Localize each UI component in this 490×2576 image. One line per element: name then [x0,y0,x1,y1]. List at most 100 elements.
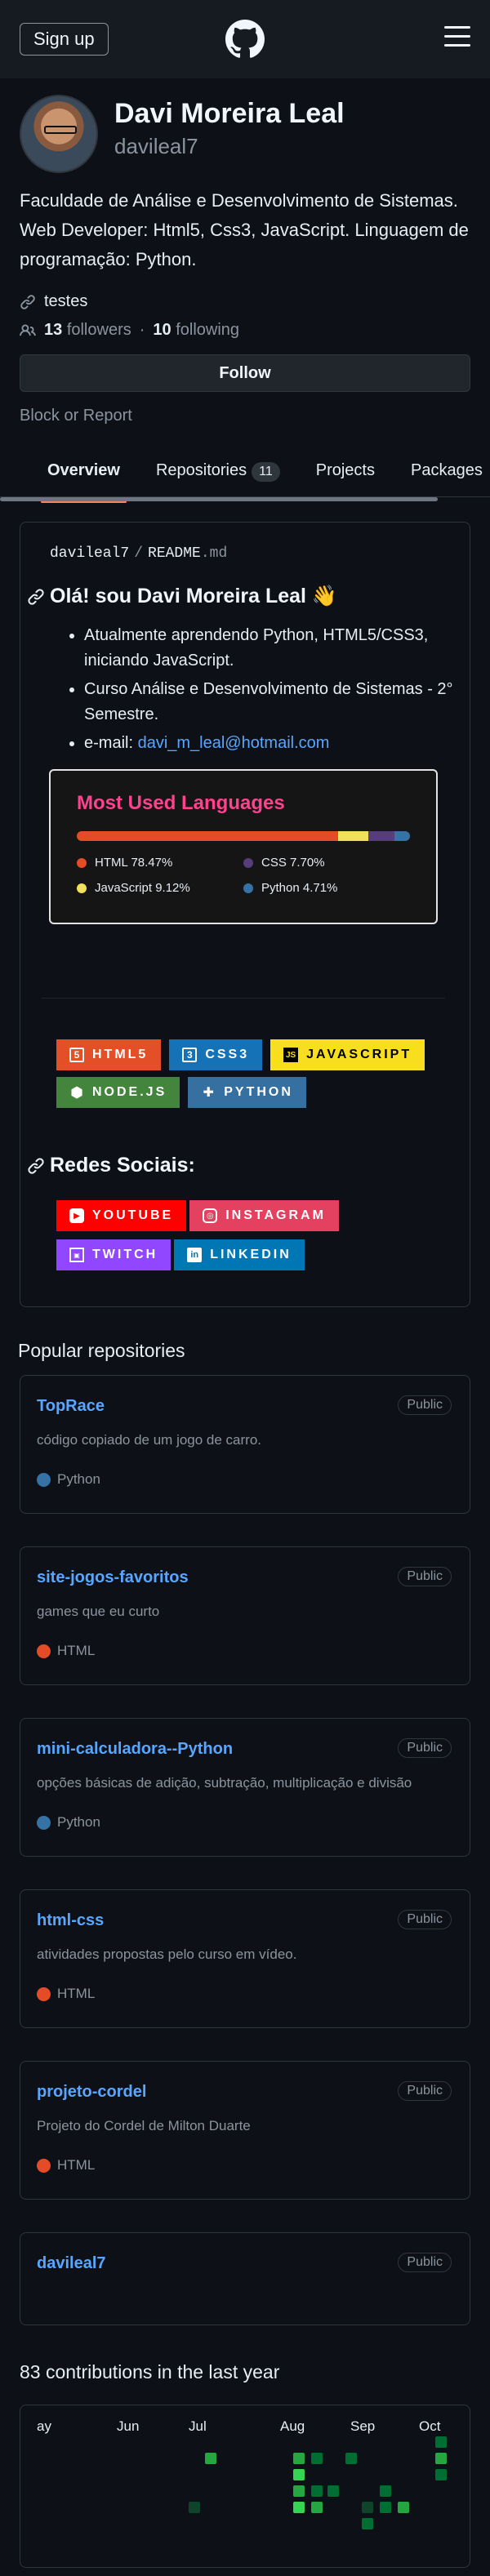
contribution-cell[interactable] [362,2502,373,2513]
language-dot [77,857,87,868]
language-bar-segment [77,831,339,841]
month-label: ay [37,2418,51,2434]
language-color-dot [37,1472,51,1487]
block-or-report-link[interactable]: Block or Report [0,407,490,425]
contribution-cell[interactable] [435,2469,447,2480]
nodejs-icon: ⬢ [70,1083,83,1101]
contribution-cell[interactable] [189,2502,200,2513]
public-badge: Public [398,1567,452,1586]
tabs-scrollbar[interactable] [0,497,438,501]
public-badge: Public [398,1738,452,1758]
repo-name-link[interactable]: html-css [37,1911,453,1930]
contribution-cell[interactable] [435,2453,447,2464]
list-item: Atualmente aprendendo Python, HTML5/CSS3… [84,623,460,674]
contribution-cell[interactable] [293,2485,305,2497]
profile-website-link[interactable]: testes [44,292,87,311]
follow-button[interactable]: Follow [20,354,470,392]
site-header: Sign up [0,0,490,78]
repo-list: TopRace Public código copiado de um jogo d… [0,1375,490,2325]
readme-bullets: Atualmente aprendendo Python, HTML5/CSS3… [84,623,460,756]
avatar[interactable] [20,95,98,173]
repo-name-link[interactable]: projeto-cordel [37,2083,453,2102]
contribution-cell[interactable] [398,2502,409,2513]
followers-label: followers [66,321,131,339]
contribution-cell[interactable] [311,2485,323,2497]
repo-name-link[interactable]: site-jogos-favoritos [37,1568,453,1587]
anchor-link-icon[interactable] [27,588,45,606]
contribution-cell[interactable] [362,2518,373,2529]
contribution-cell[interactable] [345,2453,357,2464]
anchor-link-icon[interactable] [27,1157,45,1175]
tab-label: Overview [47,461,120,479]
nodejs-badge[interactable]: ⬢ NODE.JS [56,1077,180,1108]
following-count: 10 [153,321,172,339]
contribution-cell[interactable] [311,2453,323,2464]
html5-badge[interactable]: 5 HTML5 [56,1039,162,1070]
contribution-cell[interactable] [293,2453,305,2464]
language-item-html: HTML 78.47% [77,856,243,870]
following-label: following [176,321,240,339]
twitch-badge[interactable]: ▣ TWITCH [56,1239,172,1270]
month-label: Jun [117,2418,140,2434]
social-badges: ▶ YOUTUBE ◎ INSTAGRAM ▣ TWITCH in LINKEDIN [27,1177,452,1306]
repo-name-link[interactable]: mini-calculadora--Python [37,1740,453,1759]
profile-link-row: testes [0,292,490,311]
profile-tabs: Overview Repositories 11 Projects Package… [0,450,490,503]
profile-readme: davileal7 /README.md Olá! sou Davi Moreir… [20,522,470,1307]
path-separator: / [134,545,144,562]
python-icon: ✚ [203,1086,214,1100]
badge-label: INSTAGRAM [225,1208,326,1222]
linkedin-badge[interactable]: in LINKEDIN [174,1239,305,1270]
languages-title: Most Used Languages [77,792,285,814]
youtube-icon: ▶ [69,1208,84,1223]
contribution-cell[interactable] [327,2485,339,2497]
following-link[interactable]: 10 following [153,321,239,340]
contribution-cell[interactable] [435,2436,447,2448]
sign-up-button[interactable]: Sign up [20,23,109,56]
email-link[interactable]: davi_m_leal@hotmail.com [138,734,330,752]
followers-link[interactable]: 13 followers [44,321,131,340]
repo-card: TopRace Public código copiado de um jogo d… [20,1375,470,1514]
public-badge: Public [398,1395,452,1415]
tab-projects[interactable]: Projects [298,450,393,496]
repo-name-link[interactable]: davileal7 [37,2254,453,2273]
language-color-dot [37,1644,51,1658]
tab-overview[interactable]: Overview [29,450,138,503]
tech-badges: 5 HTML5 3 CSS3 JS JAVASCRIPT ⬢ NODE.JS ✚ PYTH… [27,999,452,1108]
language-bar-segment [338,831,369,841]
repo-language-label: HTML [57,1986,96,2001]
javascript-badge[interactable]: JS JAVASCRIPT [270,1039,425,1070]
contribution-cell[interactable] [380,2485,391,2497]
month-label: Sep [350,2418,376,2434]
readme-file[interactable]: README [148,545,201,562]
python-badge[interactable]: ✚ PYTHON [188,1077,306,1108]
language-label: JavaScript 9.12% [95,881,190,895]
contribution-cell[interactable] [293,2469,305,2480]
contribution-cell[interactable] [293,2502,305,2513]
repo-language-label: HTML [57,1643,96,1658]
email-prefix: e-mail: [84,734,138,752]
profile-header: Davi Moreira Leal davileal7 [0,78,490,201]
repo-description: atividades propostas pelo curso em vídeo… [37,1946,297,1962]
language-dot [243,857,253,868]
badge-label: NODE.JS [92,1085,167,1099]
contribution-cell[interactable] [311,2502,323,2513]
readme-owner[interactable]: davileal7 [50,545,129,562]
languages-legend: HTML 78.47% CSS 7.70% JavaScript 9.12% P… [77,856,410,895]
month-label: Jul [189,2418,207,2434]
hamburger-menu-icon[interactable] [444,26,470,47]
contribution-cell[interactable] [380,2502,391,2513]
repo-name-link[interactable]: TopRace [37,1397,453,1416]
repo-card: site-jogos-favoritos Public games que eu c… [20,1546,470,1685]
tab-packages[interactable]: Packages [393,450,490,496]
repo-description: games que eu curto [37,1604,160,1619]
calendar-months: ay Jun Jul Aug Sep Oct [20,2405,470,2434]
profile-login: davileal7 [114,134,198,158]
css3-badge[interactable]: 3 CSS3 [169,1039,263,1070]
link-icon [20,294,35,309]
contribution-cell[interactable] [205,2453,216,2464]
youtube-badge[interactable]: ▶ YOUTUBE [56,1200,187,1231]
github-logo-icon[interactable] [225,20,265,59]
tab-repositories[interactable]: Repositories 11 [138,450,298,496]
instagram-badge[interactable]: ◎ INSTAGRAM [189,1200,339,1231]
